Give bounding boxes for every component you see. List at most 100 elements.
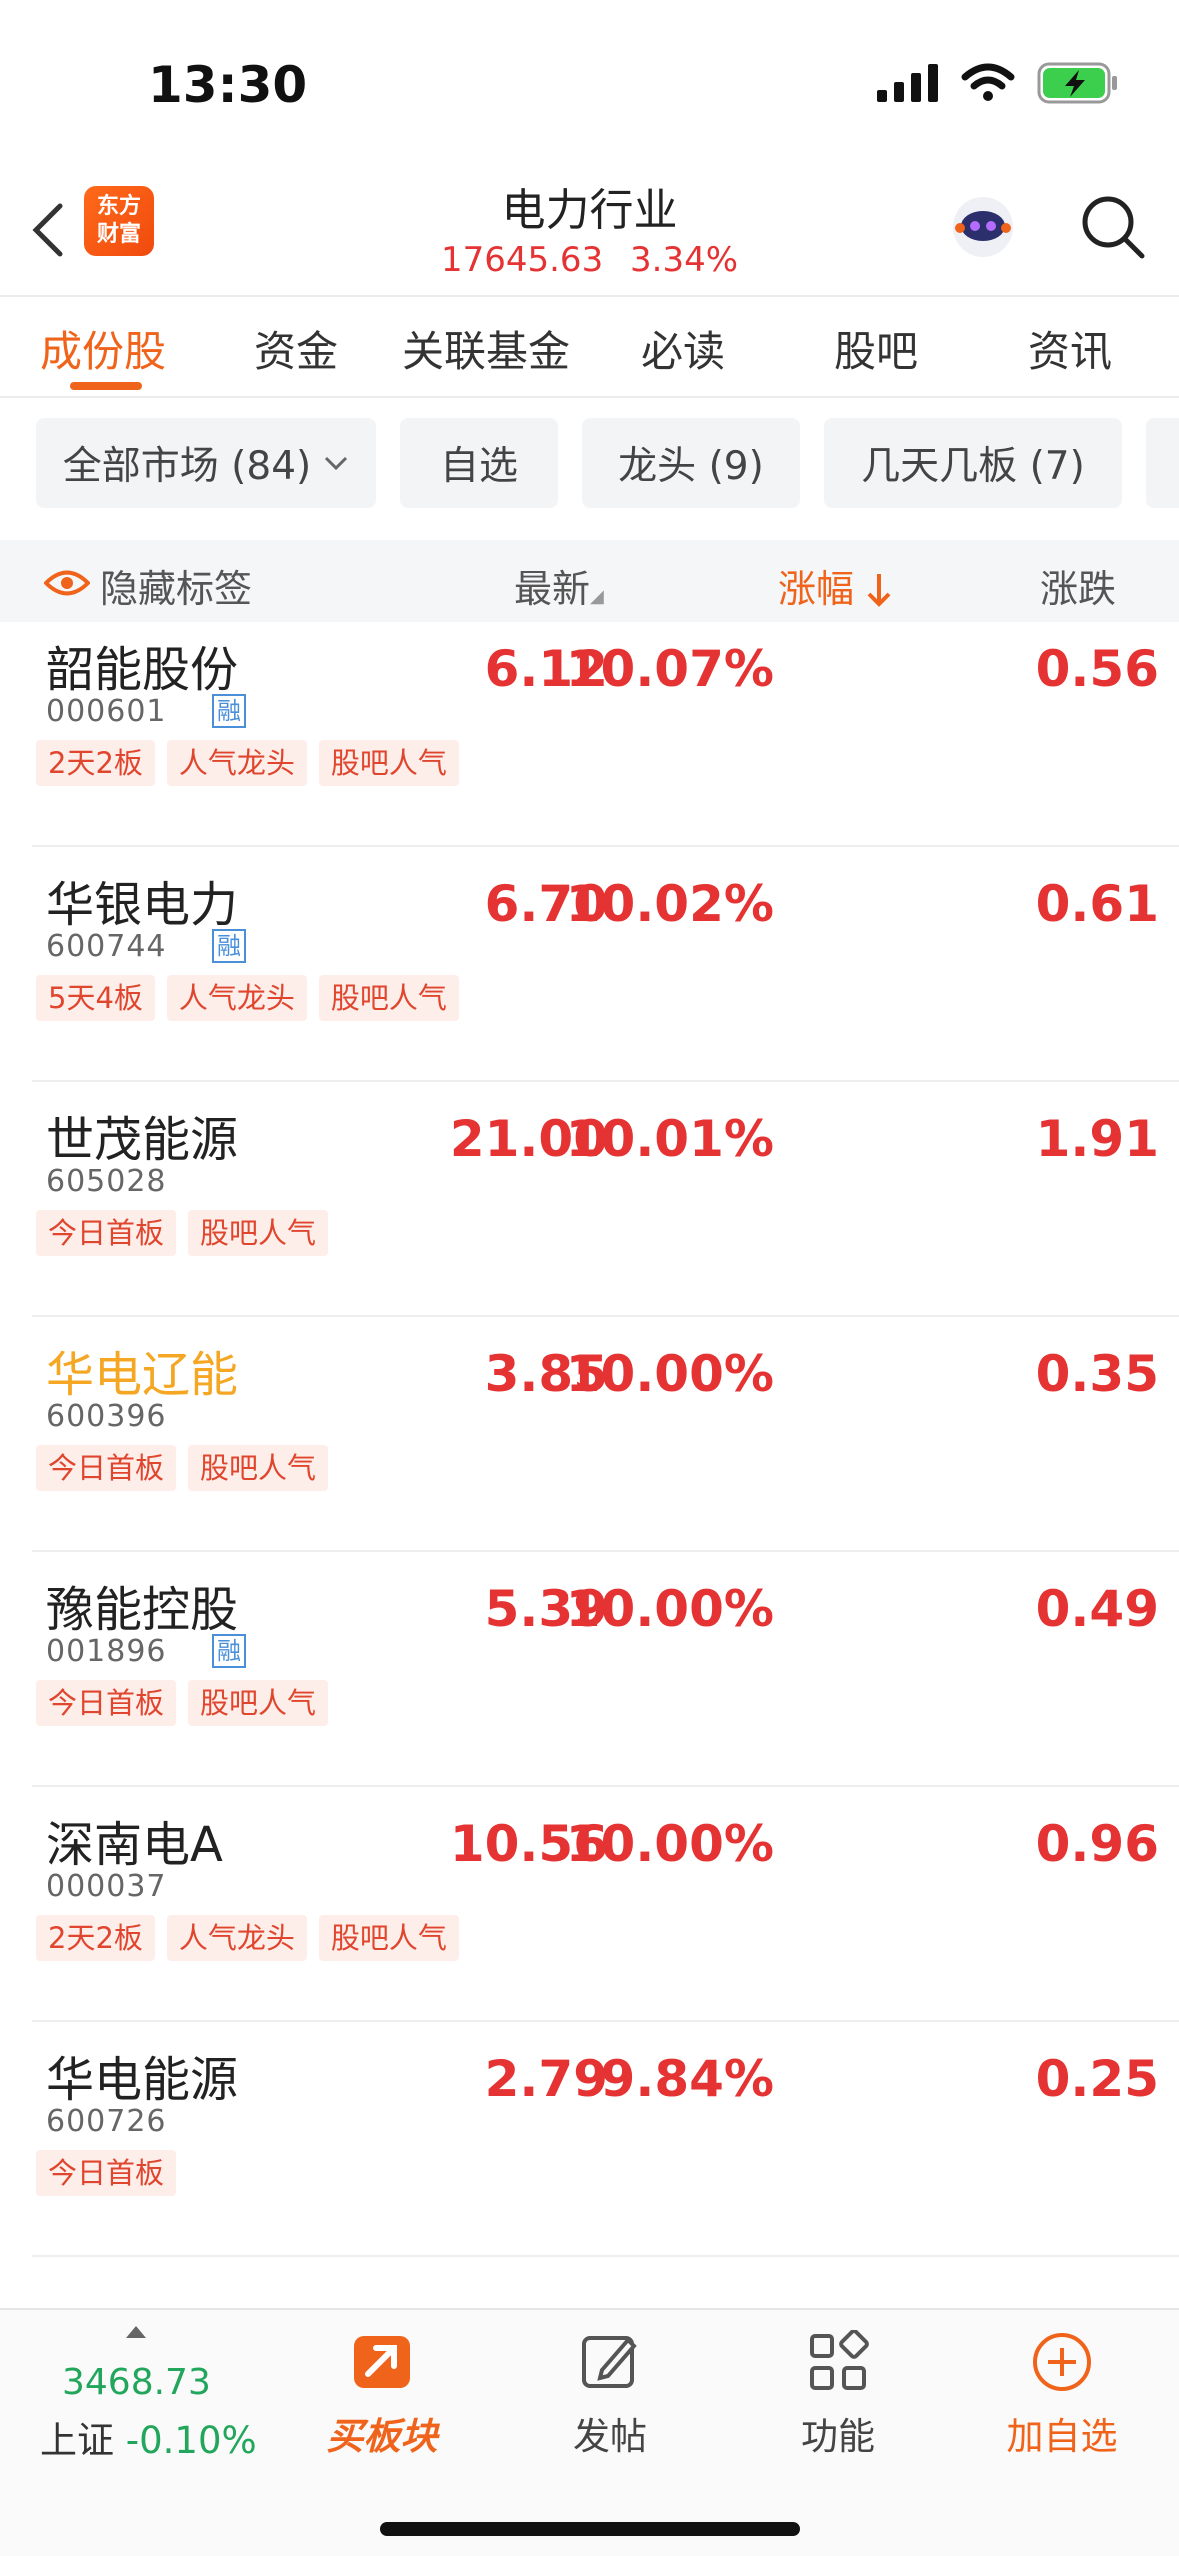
- stock-tag: 今日首板: [36, 1210, 177, 1256]
- table-row[interactable]: 豫能控股 001896 融 5.39 10.00% 0.49 今日首板 股吧人气: [32, 1552, 1179, 1787]
- table-row[interactable]: 华电能源 600726 2.79 9.84% 0.25 今日首板: [32, 2022, 1179, 2257]
- chevron-down-icon: [325, 456, 348, 471]
- index-label[interactable]: 上证 -0.10%: [40, 2410, 257, 2464]
- table-row[interactable]: 华银电力 600744 融 6.70 10.02% 0.61 5天4板 人气龙头股…: [32, 847, 1179, 1082]
- stock-code: 000601: [46, 694, 167, 729]
- stock-change-pct: 10.00%: [565, 1345, 774, 1403]
- stock-code: 605028: [46, 1164, 167, 1199]
- stock-tags: 2天2板 人气龙头 股吧人气: [36, 1915, 459, 1961]
- stock-tag: 今日首板: [36, 1445, 177, 1491]
- signal-icon: [877, 64, 938, 102]
- grid-icon: [810, 2329, 869, 2390]
- column-header: 隐藏标签 最新◢ 涨幅 涨跌: [0, 540, 1179, 622]
- tab-must-read[interactable]: 必读: [641, 318, 725, 379]
- tab-guba[interactable]: 股吧: [834, 318, 918, 379]
- caret-up-icon[interactable]: [126, 2326, 146, 2338]
- stock-tag: 人气龙头: [166, 975, 307, 1021]
- index-value[interactable]: 3468.73: [62, 2362, 211, 2403]
- status-bar: 13:30: [0, 0, 1179, 160]
- hide-tags-toggle[interactable]: 隐藏标签: [100, 558, 252, 613]
- stock-tag: 人气龙头: [166, 1915, 307, 1961]
- sector-index-change: 3.34%: [630, 240, 739, 280]
- stock-name: 华电辽能: [46, 1347, 239, 1403]
- stock-price: 2.79: [484, 2050, 608, 2108]
- battery-charging-icon: [1037, 62, 1117, 104]
- stock-tag: 股吧人气: [188, 1680, 329, 1726]
- stock-change-amt: 0.25: [1035, 2050, 1159, 2108]
- sector-index-value: 17645.63: [440, 240, 604, 280]
- margin-badge: 融: [212, 1634, 246, 1668]
- filter-watchlist[interactable]: 自选: [400, 418, 558, 508]
- stock-code: 600726: [46, 2104, 167, 2139]
- column-latest[interactable]: 最新◢: [514, 558, 604, 613]
- stock-tag: 今日首板: [36, 1680, 177, 1726]
- functions-button[interactable]: 功能: [748, 2329, 928, 2460]
- stock-change-pct: 9.84%: [600, 2050, 774, 2108]
- filter-leaders[interactable]: 龙头 (9): [582, 418, 800, 508]
- column-change-amt[interactable]: 涨跌: [1040, 558, 1116, 613]
- table-row[interactable]: 世茂能源 605028 21.00 10.01% 1.91 今日首板 股吧人气: [32, 1082, 1179, 1317]
- bottom-bar: 3468.73 上证 -0.10% 买板块 发帖 功能 加自选: [0, 2308, 1179, 2556]
- stock-tags: 5天4板 人气龙头 股吧人气: [36, 975, 459, 1021]
- stock-change-amt: 1.91: [1035, 1110, 1159, 1168]
- stock-change-amt: 0.49: [1035, 1580, 1159, 1638]
- stock-tag: 股吧人气: [188, 1210, 329, 1256]
- column-change-pct[interactable]: 涨幅: [778, 558, 892, 613]
- stock-tag: 今日首板: [36, 2150, 177, 2196]
- stock-code: 001896: [46, 1634, 167, 1669]
- margin-badge: 融: [212, 929, 246, 963]
- filter-days-boards[interactable]: 几天几板 (7): [824, 418, 1122, 508]
- stock-change-amt: 0.61: [1035, 875, 1159, 933]
- stock-change-pct: 10.02%: [565, 875, 774, 933]
- add-watchlist-button[interactable]: 加自选: [972, 2330, 1152, 2460]
- stock-name: 豫能控股: [46, 1582, 239, 1638]
- stock-code: 600744: [46, 929, 167, 964]
- stock-tag: 股吧人气: [318, 740, 459, 786]
- page-header: 东方 财富 电力行业 17645.63 3.34%: [0, 160, 1179, 295]
- stock-code: 600396: [46, 1399, 167, 1434]
- stock-name: 世茂能源: [46, 1112, 239, 1168]
- stock-name: 华电能源: [46, 2052, 239, 2108]
- divider: [0, 295, 1179, 297]
- margin-badge: 融: [212, 694, 246, 728]
- tab-bar: 成份股 资金 关联基金 必读 股吧 资讯: [0, 300, 1179, 396]
- add-circle-icon: [1033, 2333, 1091, 2391]
- stock-tag: 人气龙头: [166, 740, 307, 786]
- assistant-robot-icon[interactable]: [948, 192, 1018, 262]
- search-icon[interactable]: [1080, 194, 1146, 260]
- stock-tags: 今日首板 股吧人气: [36, 1210, 329, 1256]
- tab-news[interactable]: 资讯: [1028, 318, 1112, 379]
- stock-tag: 股吧人气: [318, 1915, 459, 1961]
- table-row[interactable]: 深南电A 000037 10.56 10.00% 0.96 2天2板 人气龙头 股吧…: [32, 1787, 1179, 2022]
- stock-tag: 2天2板: [36, 1915, 155, 1961]
- table-row[interactable]: 韶能股份 000601 融 6.12 10.07% 0.56 2天2板 人气龙头股…: [32, 612, 1179, 847]
- stock-change-amt: 0.35: [1035, 1345, 1159, 1403]
- stock-tag: 5天4板: [36, 975, 155, 1021]
- tab-funds[interactable]: 资金: [254, 318, 338, 379]
- active-tab-indicator: [70, 382, 142, 390]
- stock-change-pct: 10.01%: [565, 1110, 774, 1168]
- stock-tags: 2天2板 人气龙头 股吧人气: [36, 740, 459, 786]
- stock-tags: 今日首板 股吧人气: [36, 1680, 329, 1726]
- eye-icon[interactable]: [44, 568, 90, 598]
- table-row[interactable]: 华电辽能 600396 3.85 10.00% 0.35 今日首板 股吧人气: [32, 1317, 1179, 1552]
- post-button[interactable]: 发帖: [520, 2330, 700, 2460]
- home-indicator[interactable]: [380, 2522, 800, 2536]
- filter-more[interactable]: [1146, 418, 1179, 508]
- stock-change-amt: 0.96: [1035, 1815, 1159, 1873]
- edit-icon: [582, 2336, 637, 2388]
- stock-tag: 股吧人气: [188, 1445, 329, 1491]
- stock-name: 华银电力: [46, 877, 239, 933]
- wifi-icon: [961, 63, 1015, 101]
- stock-tags: 今日首板: [36, 2150, 177, 2196]
- tab-constituents[interactable]: 成份股: [40, 318, 166, 379]
- stock-change-amt: 0.56: [1035, 640, 1159, 698]
- arrow-down-icon: [867, 574, 891, 607]
- stock-change-pct: 10.00%: [565, 1815, 774, 1873]
- buy-sector-button[interactable]: 买板块: [292, 2330, 472, 2460]
- stock-change-pct: 10.00%: [565, 1580, 774, 1638]
- filter-all-markets[interactable]: 全部市场 (84): [36, 418, 376, 508]
- tab-related-funds[interactable]: 关联基金: [402, 318, 570, 379]
- clock: 13:30: [148, 56, 308, 114]
- stock-tags: 今日首板 股吧人气: [36, 1445, 329, 1491]
